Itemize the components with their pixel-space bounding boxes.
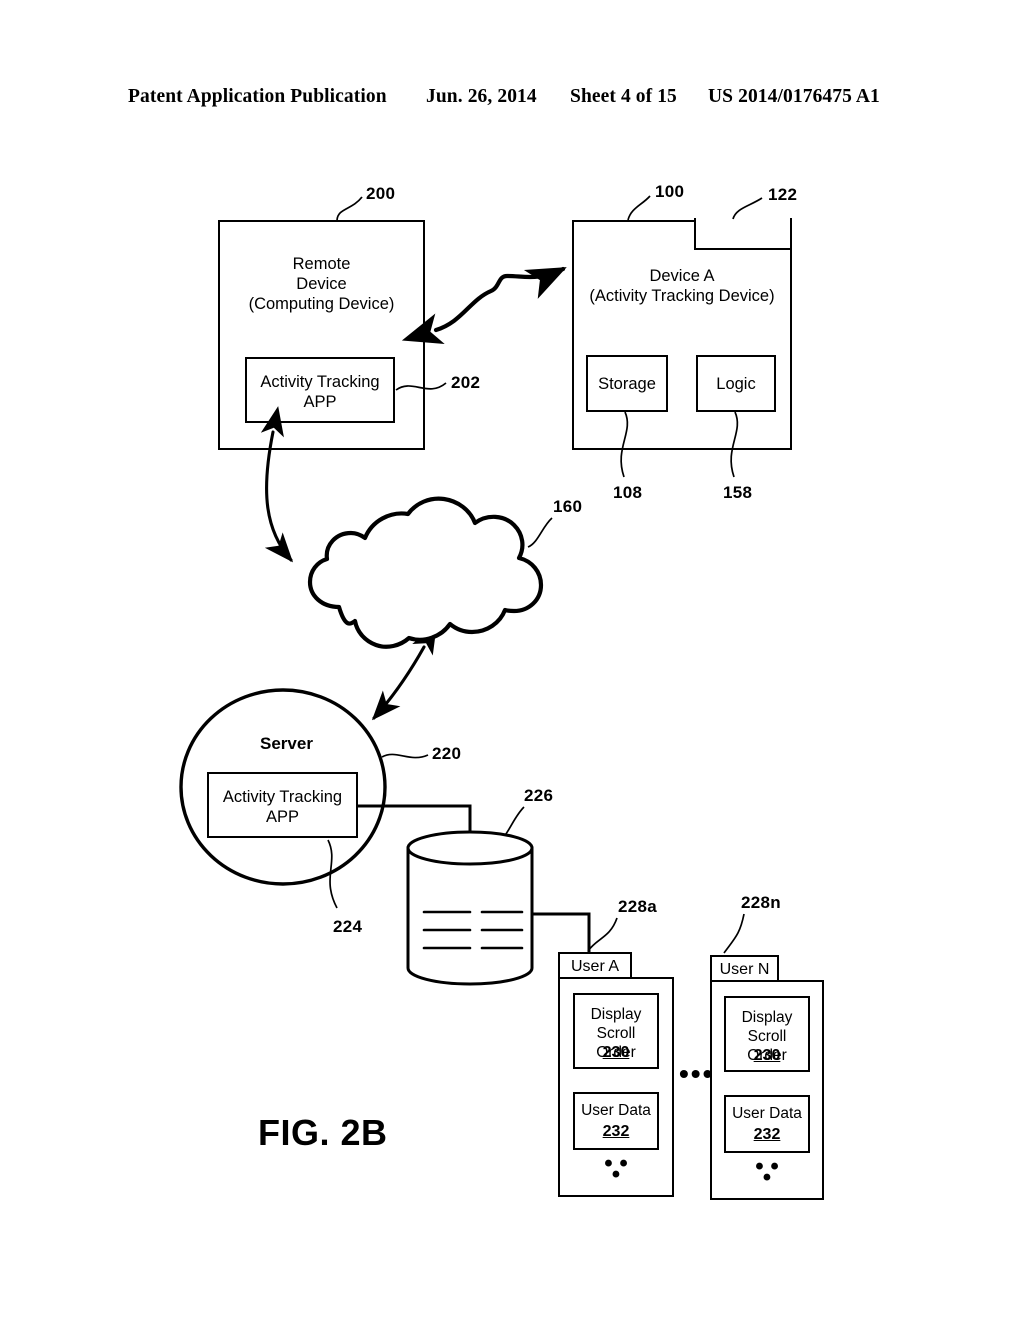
user-n-vertical-ellipsis: • • • xyxy=(755,1153,779,1191)
leader-226 xyxy=(497,806,525,844)
user-a-tab: User A xyxy=(558,952,632,979)
ref-202: 202 xyxy=(451,373,481,392)
user-n-tab-label: User N xyxy=(719,961,770,978)
device-a-box: Device A (Activity Tracking Device) xyxy=(572,220,792,450)
user-a-display-scroll-order-box: Display Scroll Order 230 xyxy=(573,993,659,1069)
user-a-tab-label: User A xyxy=(570,958,619,975)
internet-label: Internet xyxy=(392,566,459,586)
header-publication: Patent Application Publication xyxy=(128,86,387,107)
ref-228a: 228a xyxy=(618,897,658,916)
app-internet-arrow xyxy=(260,406,294,563)
storage-db-subtitle: User Profiles xyxy=(420,875,516,893)
ref-100: 100 xyxy=(655,182,685,201)
user-n-user-data-box: User Data 232 xyxy=(724,1095,810,1153)
page-header: Patent Application Publication Jun. 26, … xyxy=(0,86,1024,116)
user-n-user-data-label: User Data xyxy=(732,1105,802,1122)
leader-200 xyxy=(336,196,363,221)
remote-device-app-box: Activity Tracking APP xyxy=(245,357,395,423)
figure-vector-overlay xyxy=(179,195,763,986)
device-a-logic-box: Logic xyxy=(696,355,776,412)
header-date: Jun. 26, 2014 xyxy=(426,86,537,107)
device-a-storage-label: Storage xyxy=(598,375,656,393)
device-a-logic-label: Logic xyxy=(716,375,756,393)
user-a-display-scroll-order-number: 230 xyxy=(602,1044,630,1061)
storage-db-title: Storage xyxy=(441,839,499,857)
storage-to-user-a-connector xyxy=(532,912,591,952)
figure-label: FIG. 2B xyxy=(258,1112,388,1153)
leader-224 xyxy=(327,839,338,909)
wireless-link-arrow xyxy=(401,266,567,345)
ref-228n: 228n xyxy=(741,893,781,912)
user-n-user-data-number: 232 xyxy=(753,1126,781,1143)
server-label: Server xyxy=(260,734,313,753)
leader-122 xyxy=(732,197,763,220)
device-a-storage-box: Storage xyxy=(586,355,668,412)
header-patent-number: US 2014/0176475 A1 xyxy=(708,86,880,107)
user-n-display-scroll-order-number: 230 xyxy=(753,1047,781,1064)
ref-158: 158 xyxy=(723,483,753,502)
internet-server-arrow xyxy=(371,624,437,721)
ref-108: 108 xyxy=(613,483,643,502)
user-n-display-scroll-order-box: Display Scroll Order 230 xyxy=(724,996,810,1072)
ref-122: 122 xyxy=(768,185,798,204)
ref-220: 220 xyxy=(432,744,462,763)
storage-record-lines xyxy=(422,910,524,950)
server-app-label: Activity Tracking APP xyxy=(222,788,343,826)
ref-160: 160 xyxy=(553,497,583,516)
header-sheet: Sheet 4 of 15 xyxy=(570,86,677,107)
leader-228n xyxy=(723,913,745,954)
patent-figure-page: Patent Application Publication Jun. 26, … xyxy=(0,0,1024,1320)
user-a-vertical-ellipsis: • • • xyxy=(604,1150,628,1188)
remote-device-app-label: Activity Tracking APP xyxy=(260,373,380,411)
user-n-tab: User N xyxy=(710,955,779,982)
ref-224: 224 xyxy=(333,917,363,936)
server-app-box: Activity Tracking APP xyxy=(207,772,358,838)
leader-228a xyxy=(587,917,618,952)
storage-cylinder-body xyxy=(406,846,534,986)
leader-100 xyxy=(627,195,651,221)
user-a-user-data-box: User Data 232 xyxy=(573,1092,659,1150)
remote-device-title: Remote Device (Computing Device) xyxy=(248,255,395,313)
leader-160 xyxy=(527,517,553,548)
ref-226: 226 xyxy=(524,786,554,805)
user-a-user-data-label: User Data xyxy=(581,1102,651,1119)
device-a-title: Device A (Activity Tracking Device) xyxy=(589,267,775,305)
user-a-user-data-number: 232 xyxy=(602,1123,630,1140)
leader-220 xyxy=(381,753,429,759)
device-a-notch xyxy=(694,218,792,250)
ref-200: 200 xyxy=(366,184,396,203)
